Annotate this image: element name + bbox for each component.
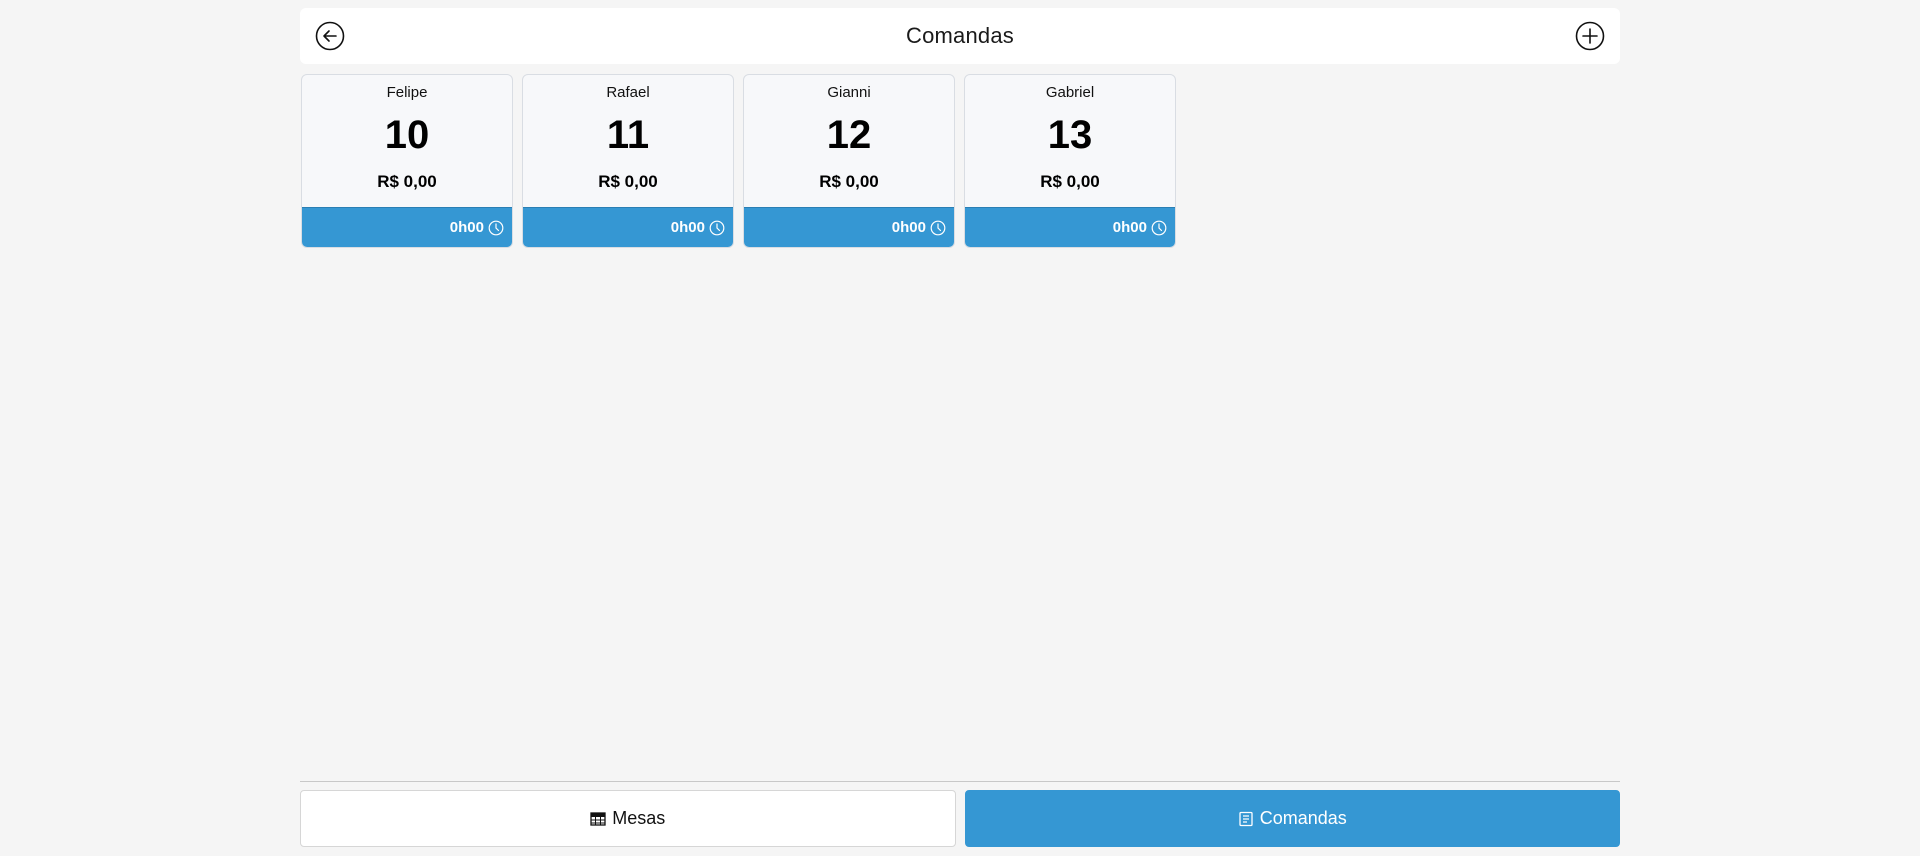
comanda-card[interactable]: Rafael 11 R$ 0,00 0h00: [522, 74, 734, 248]
page-header: Comandas: [300, 8, 1620, 64]
mesas-tab-button[interactable]: Mesas: [300, 790, 956, 847]
comanda-total: R$ 0,00: [377, 172, 437, 191]
arrow-left-circle-icon: [315, 21, 345, 51]
comanda-card-body: Gianni 12 R$ 0,00: [744, 75, 954, 207]
comanda-customer-name: Gianni: [827, 84, 871, 101]
comanda-elapsed-time: 0h00: [891, 219, 926, 236]
comanda-number: 13: [1047, 113, 1093, 157]
back-button[interactable]: [315, 21, 345, 51]
bottom-divider: [300, 781, 1620, 782]
receipt-icon: [1239, 811, 1253, 826]
comanda-card-body: Rafael 11 R$ 0,00: [523, 75, 733, 207]
clock-icon: [709, 220, 725, 235]
comanda-elapsed-time: 0h00: [449, 219, 484, 236]
comanda-elapsed-time: 0h00: [1112, 219, 1147, 236]
mesas-tab-label: Mesas: [612, 808, 666, 828]
comanda-card-body: Felipe 10 R$ 0,00: [302, 75, 512, 207]
comandas-tab-button[interactable]: Comandas: [964, 790, 1620, 847]
bottom-nav: Mesas Comandas: [300, 790, 1620, 847]
clock-icon: [1151, 220, 1167, 235]
comanda-elapsed-time: 0h00: [670, 219, 705, 236]
add-comanda-button[interactable]: [1575, 21, 1605, 51]
comanda-total: R$ 0,00: [1040, 172, 1100, 191]
comanda-card-footer: 0h00: [523, 207, 733, 247]
comanda-total: R$ 0,00: [819, 172, 879, 191]
comanda-total: R$ 0,00: [598, 172, 658, 191]
comanda-card[interactable]: Gabriel 13 R$ 0,00 0h00: [964, 74, 1176, 248]
comanda-list: Felipe 10 R$ 0,00 0h00 Rafael 11 R$ 0,00…: [301, 74, 1176, 248]
comanda-customer-name: Rafael: [606, 84, 650, 101]
app-container: Comandas Felipe 10 R$ 0,00 0h00 Rafael 1…: [300, 0, 1620, 856]
comanda-card-footer: 0h00: [302, 207, 512, 247]
comanda-number: 12: [826, 113, 872, 157]
table-grid-icon: [590, 811, 606, 826]
comanda-customer-name: Felipe: [386, 84, 428, 101]
comanda-customer-name: Gabriel: [1045, 84, 1095, 101]
clock-icon: [488, 220, 504, 235]
comanda-card-footer: 0h00: [744, 207, 954, 247]
comanda-card-body: Gabriel 13 R$ 0,00: [965, 75, 1175, 207]
comanda-number: 11: [606, 113, 650, 157]
clock-icon: [930, 220, 946, 235]
comandas-tab-label: Comandas: [1259, 808, 1347, 828]
plus-circle-icon: [1575, 21, 1605, 51]
page-title: Comandas: [906, 23, 1014, 48]
comanda-card[interactable]: Felipe 10 R$ 0,00 0h00: [301, 74, 513, 248]
comanda-card-footer: 0h00: [965, 207, 1175, 247]
comanda-card[interactable]: Gianni 12 R$ 0,00 0h00: [743, 74, 955, 248]
comanda-number: 10: [384, 113, 430, 157]
